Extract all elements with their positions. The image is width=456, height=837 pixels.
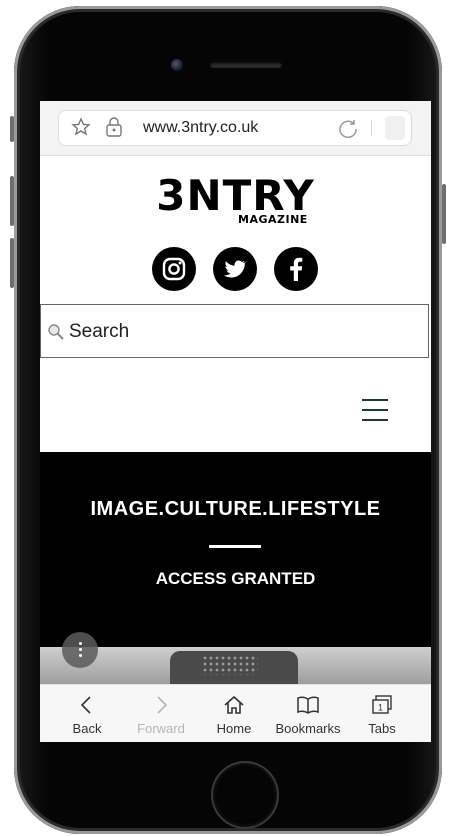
hamburger-menu-icon[interactable] bbox=[362, 399, 388, 421]
more-options-icon[interactable] bbox=[62, 632, 98, 668]
volume-up-button bbox=[10, 176, 14, 226]
toolbar-back-button[interactable]: Back bbox=[48, 685, 126, 742]
tabs-count: 1 bbox=[378, 703, 383, 713]
search-input[interactable]: Search bbox=[40, 304, 429, 358]
hero-subtitle: ACCESS GRANTED bbox=[155, 569, 316, 588]
url-field[interactable]: www.3ntry.co.uk bbox=[58, 110, 412, 146]
site-logo[interactable]: 3NTRY MAGAZINE bbox=[40, 171, 431, 227]
url-tab-indicator bbox=[385, 116, 405, 140]
screen: www.3ntry.co.uk 3NTRY MAGAZINE Search IM… bbox=[40, 101, 431, 742]
toolbar-home-label: Home bbox=[216, 721, 252, 736]
url-separator bbox=[371, 120, 372, 136]
mute-switch bbox=[10, 116, 14, 142]
toolbar-bookmarks-label: Bookmarks bbox=[275, 721, 341, 736]
lock-icon bbox=[106, 117, 122, 137]
volume-down-button bbox=[10, 238, 14, 288]
front-camera bbox=[171, 59, 183, 71]
nav-bar bbox=[40, 363, 431, 452]
instagram-icon[interactable] bbox=[152, 247, 196, 291]
address-bar: www.3ntry.co.uk bbox=[40, 101, 431, 156]
reload-icon[interactable] bbox=[337, 118, 359, 140]
star-icon[interactable] bbox=[71, 117, 91, 137]
hero-title: IMAGE.CULTURE.LIFESTYLE bbox=[90, 498, 381, 520]
browser-toolbar: Back Forward Home Bookmarks 1 Tabs bbox=[40, 684, 431, 742]
tabs-icon: 1 bbox=[372, 695, 392, 714]
logo-text: 3NTRY bbox=[156, 171, 315, 220]
toolbar-tabs-button[interactable]: 1 Tabs bbox=[343, 685, 421, 742]
forward-icon bbox=[157, 696, 168, 714]
power-button bbox=[442, 184, 446, 244]
toolbar-forward-button[interactable]: Forward bbox=[122, 685, 200, 742]
logo-subtext: MAGAZINE bbox=[238, 213, 308, 226]
speaker-grille bbox=[202, 655, 258, 675]
home-hardware-button[interactable] bbox=[213, 763, 277, 827]
search-placeholder: Search bbox=[69, 321, 130, 342]
toolbar-back-label: Back bbox=[72, 721, 102, 736]
bookmarks-icon bbox=[297, 696, 319, 714]
url-text[interactable]: www.3ntry.co.uk bbox=[143, 119, 258, 137]
toolbar-home-button[interactable]: Home bbox=[195, 685, 273, 742]
toolbar-forward-label: Forward bbox=[137, 721, 185, 736]
toolbar-tabs-label: Tabs bbox=[368, 721, 396, 736]
search-icon bbox=[48, 324, 64, 340]
hero-divider bbox=[209, 545, 261, 548]
earpiece-speaker bbox=[210, 62, 282, 68]
facebook-icon[interactable] bbox=[274, 247, 318, 291]
home-icon bbox=[224, 695, 244, 714]
hero-image[interactable] bbox=[40, 647, 431, 687]
toolbar-bookmarks-button[interactable]: Bookmarks bbox=[269, 685, 347, 742]
twitter-icon[interactable] bbox=[213, 247, 257, 291]
back-icon bbox=[80, 696, 91, 714]
